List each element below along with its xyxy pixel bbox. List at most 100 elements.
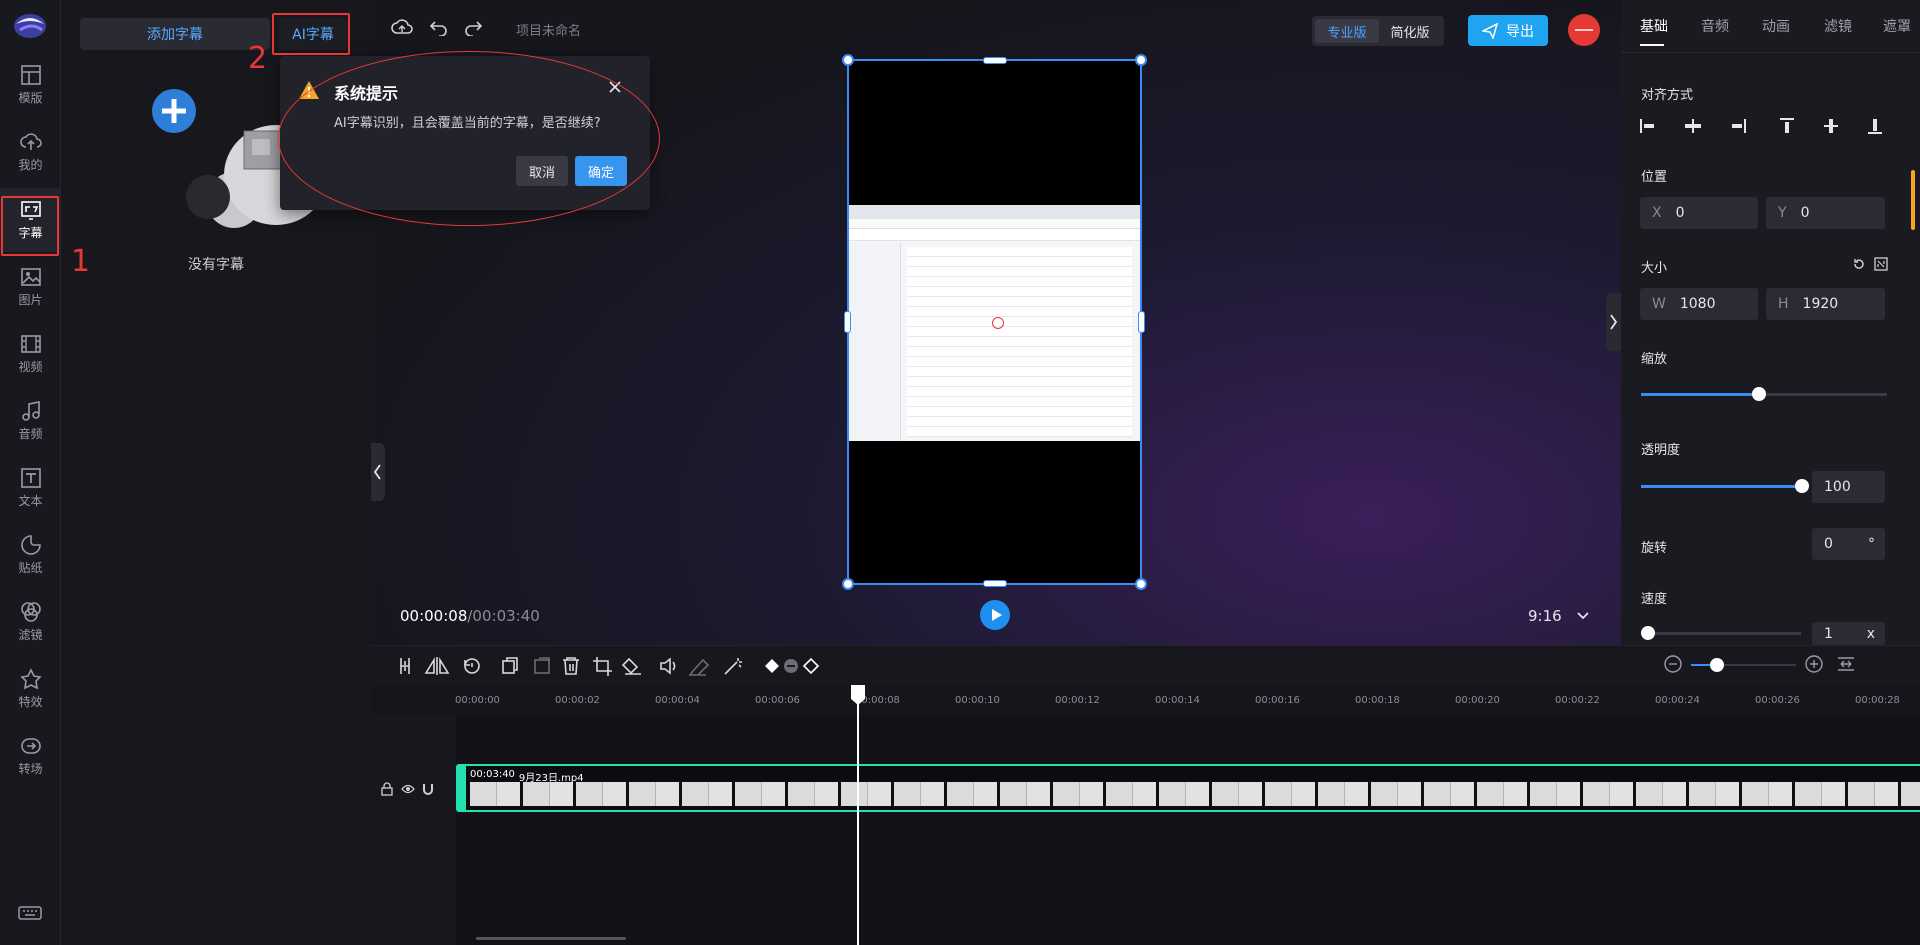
timeline-ruler[interactable]: 00:00:00 00:00:02 00:00:04 00:00:06 00:00:08…	[371, 685, 1920, 715]
speed-value: 1	[1824, 625, 1833, 642]
position-y-input[interactable]: Y0	[1766, 197, 1885, 229]
resize-handle-top[interactable]	[983, 57, 1007, 64]
fit-icon[interactable]	[1874, 257, 1888, 271]
ruler-tick-label: 00:00:10	[955, 695, 1000, 706]
keyframe-add-icon	[765, 659, 779, 673]
nav-item-filter[interactable]: 滤镜	[0, 590, 61, 654]
simple-mode-button[interactable]: 简化版	[1379, 19, 1441, 43]
collapse-right-panel-button[interactable]	[1606, 293, 1621, 351]
clip-trim-handle-left[interactable]	[458, 766, 466, 810]
clip-thumbnails	[470, 782, 1920, 806]
properties-tab[interactable]: 基础	[1640, 16, 1668, 36]
ruler-tick-label: 00:00:00	[455, 695, 500, 706]
zoom-out-icon[interactable]	[1663, 654, 1683, 674]
fit-timeline-icon[interactable]	[1836, 656, 1856, 672]
tab-divider	[1621, 52, 1920, 53]
properties-tab[interactable]: 遮罩	[1883, 16, 1911, 36]
export-button[interactable]: 导出	[1468, 15, 1548, 46]
speed-input[interactable]: 1x	[1812, 622, 1885, 645]
magnet-icon[interactable]	[421, 782, 435, 796]
properties-tab[interactable]: 滤镜	[1824, 16, 1852, 36]
properties-tab[interactable]: 动画	[1762, 16, 1790, 36]
play-button[interactable]	[980, 600, 1010, 630]
nav-item-transition[interactable]: 转场	[0, 724, 61, 788]
redo-icon[interactable]	[463, 18, 483, 36]
empty-subtitle-text: 没有字幕	[188, 257, 244, 273]
project-name[interactable]: 项目未命名	[516, 20, 581, 39]
panel-scrollbar[interactable]	[1911, 170, 1915, 230]
nav-item-template[interactable]: 模版	[0, 53, 61, 117]
video-clip[interactable]: 00:03:40 9月23日.mp4	[456, 764, 1920, 812]
eye-icon[interactable]	[401, 783, 415, 795]
collapse-left-panel-button[interactable]	[371, 443, 385, 501]
timeline-tracks: 00:03:40 9月23日.mp4	[371, 715, 1920, 945]
ruler-tick-label: 00:00:14	[1155, 695, 1200, 706]
send-icon	[1482, 22, 1498, 39]
speed-slider[interactable]	[1641, 626, 1801, 640]
resize-handle-tl[interactable]	[842, 54, 854, 66]
resize-handle-br[interactable]	[1135, 578, 1147, 590]
aspect-ratio-select[interactable]: 9:16	[1528, 607, 1590, 625]
resize-handle-bl[interactable]	[842, 578, 854, 590]
keyframe-icon	[802, 657, 820, 675]
nav-item-music[interactable]: 音频	[0, 389, 61, 453]
zoom-slider-knob[interactable]	[1710, 658, 1724, 672]
cloud-save-icon[interactable]	[391, 18, 413, 36]
aspect-ratio-value: 9:16	[1528, 607, 1562, 625]
zoom-in-icon[interactable]	[1804, 654, 1824, 674]
effects-icon	[19, 668, 42, 690]
image-icon	[20, 266, 42, 288]
nav-item-sticker[interactable]: 贴纸	[0, 523, 61, 587]
nav-item-text[interactable]: 文本	[0, 456, 61, 520]
rotate-input[interactable]: 0 °	[1812, 528, 1885, 560]
ruler-tick-label: 00:00:04	[655, 695, 700, 706]
speed-slider-knob[interactable]	[1641, 626, 1655, 640]
x-value: 0	[1675, 205, 1685, 221]
zoom-slider[interactable]	[1691, 658, 1796, 672]
magic-wand-icon	[724, 658, 742, 675]
ruler-tick-label: 00:00:12	[1055, 695, 1100, 706]
playhead[interactable]	[851, 685, 865, 945]
add-subtitle-tab[interactable]: 添加字幕	[80, 18, 270, 50]
properties-tab[interactable]: 音频	[1701, 16, 1729, 36]
nav-item-image[interactable]: 图片	[0, 255, 61, 319]
video-content	[849, 205, 1140, 441]
nav-item-effects[interactable]: 特效	[0, 657, 61, 721]
opacity-slider-knob[interactable]	[1795, 479, 1809, 493]
y-key: Y	[1778, 205, 1787, 221]
pro-mode-button[interactable]: 专业版	[1315, 19, 1379, 43]
undo-icon[interactable]	[429, 18, 449, 36]
position-x-input[interactable]: X0	[1640, 197, 1758, 229]
avatar[interactable]	[1568, 14, 1600, 46]
export-label: 导出	[1506, 23, 1534, 40]
align-left-icon	[1640, 119, 1654, 133]
nav-item-cloud-upload[interactable]: 我的	[0, 120, 61, 184]
scale-slider-knob[interactable]	[1752, 387, 1767, 401]
ruler-tick-label: 00:00:18	[1355, 695, 1400, 706]
annotation-box-subtitle-nav	[1, 196, 59, 256]
keyboard-icon[interactable]	[18, 905, 42, 921]
text-icon	[20, 467, 42, 489]
opacity-slider[interactable]	[1641, 479, 1809, 493]
app-logo	[10, 8, 50, 44]
resize-handle-bottom[interactable]	[983, 580, 1007, 587]
nav-item-video[interactable]: 视频	[0, 322, 61, 386]
resize-handle-left[interactable]	[844, 311, 851, 333]
time-display: 00:00:08/00:03:40	[400, 607, 540, 625]
lock-icon[interactable]	[380, 782, 394, 796]
cloud-upload-icon	[19, 131, 42, 153]
rotate-unit: °	[1868, 536, 1875, 552]
scale-slider[interactable]	[1641, 387, 1887, 401]
reset-icon[interactable]	[1852, 257, 1866, 271]
resize-handle-right[interactable]	[1138, 311, 1145, 333]
rotate-value: 0	[1824, 536, 1833, 552]
timeline-scrollbar[interactable]	[476, 937, 626, 940]
size-h-input[interactable]: H 1920	[1766, 288, 1885, 320]
freeze-frame-icon	[534, 657, 550, 674]
size-w-input[interactable]: W 1080	[1640, 288, 1758, 320]
nav-item-label: 我的	[18, 158, 43, 172]
scale-label: 缩放	[1641, 352, 1668, 367]
resize-handle-tr[interactable]	[1135, 54, 1147, 66]
video-frame[interactable]	[842, 54, 1147, 590]
opacity-input[interactable]: 100	[1812, 471, 1885, 503]
